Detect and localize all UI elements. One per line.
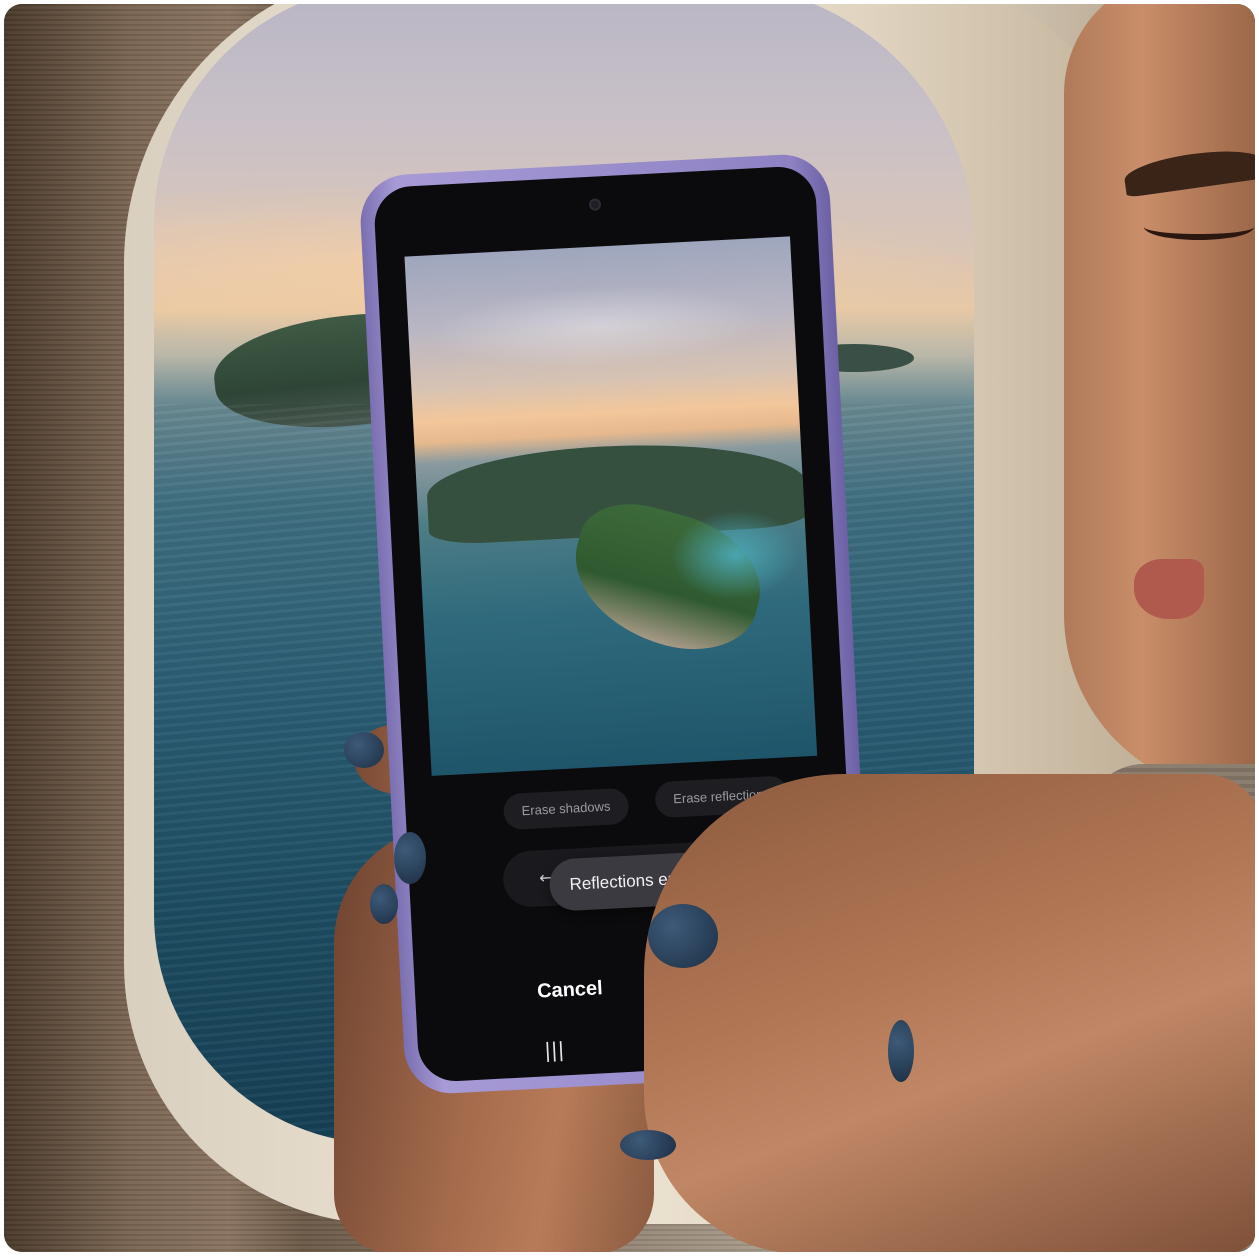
front-camera — [588, 198, 602, 211]
fingernail — [888, 1020, 914, 1082]
photo-clouds — [426, 277, 771, 376]
eye — [1144, 214, 1254, 240]
edited-photo — [404, 236, 818, 776]
cancel-button[interactable]: Cancel — [537, 977, 604, 1003]
fingernail — [344, 732, 384, 768]
photo-lagoon — [668, 506, 803, 604]
erase-shadows-button[interactable]: Erase shadows — [502, 787, 630, 831]
fingernail — [620, 1130, 676, 1160]
lips — [1134, 559, 1204, 619]
photo-frame: Erase shadows Erase reflections ← Reflec… — [4, 4, 1255, 1252]
fingernail — [370, 884, 398, 924]
fingernail — [394, 832, 426, 884]
recents-icon[interactable]: ||| — [544, 1037, 565, 1062]
woman-face — [1064, 4, 1255, 794]
right-hand — [644, 774, 1255, 1252]
thumbnail — [648, 904, 718, 968]
